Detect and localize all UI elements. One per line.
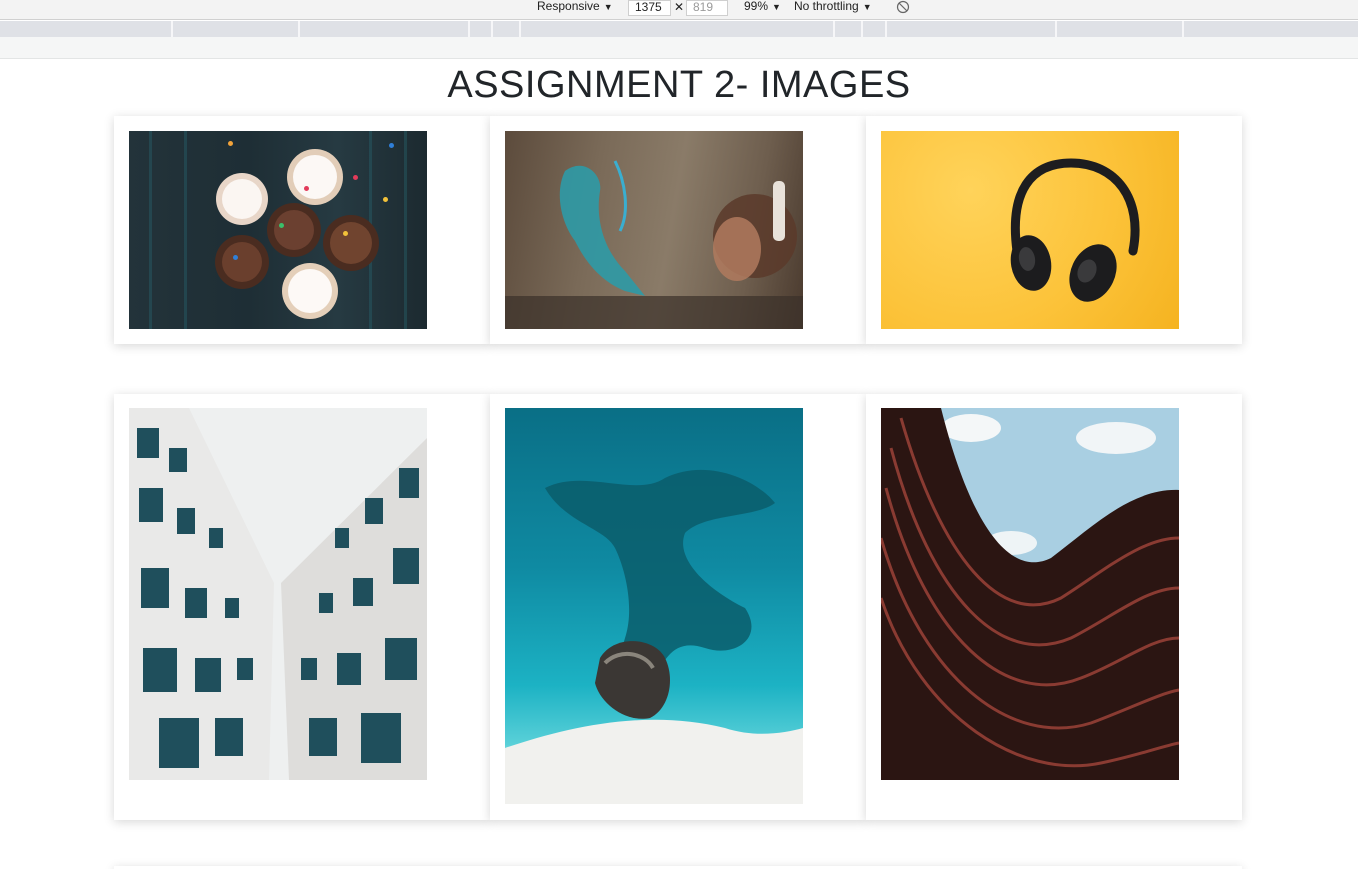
media-query-divider — [1182, 21, 1184, 37]
building-looking-up-image — [129, 408, 427, 780]
media-query-bar[interactable] — [0, 21, 1358, 37]
headphones-image — [881, 131, 1179, 329]
image-card — [490, 116, 866, 344]
graffiti-wall-image — [505, 131, 803, 329]
media-query-divider — [885, 21, 887, 37]
rotate-icon[interactable] — [896, 0, 910, 14]
image-card — [114, 116, 490, 344]
media-query-divider — [491, 21, 493, 37]
curved-building-image — [881, 408, 1179, 780]
media-query-divider — [833, 21, 835, 37]
device-mode-dropdown[interactable]: Responsive ▼ — [537, 0, 613, 20]
page-title: ASSIGNMENT 2- IMAGES — [447, 64, 911, 106]
image-card — [866, 394, 1242, 820]
chevron-down-icon: ▼ — [862, 2, 872, 12]
image-card — [866, 116, 1242, 344]
media-query-divider — [171, 21, 173, 37]
image-card — [490, 394, 866, 820]
chevron-down-icon: ▼ — [603, 2, 613, 12]
image-card — [114, 394, 490, 820]
media-query-divider — [298, 21, 300, 37]
media-query-divider — [861, 21, 863, 37]
media-query-divider — [519, 21, 521, 37]
dimension-separator-icon: ✕ — [674, 0, 685, 14]
width-input[interactable]: 1375 — [628, 0, 671, 16]
device-mode-label: Responsive — [537, 0, 600, 13]
media-query-divider — [1055, 21, 1057, 37]
zoom-label: 99% — [744, 0, 769, 13]
aerial-coast-image — [505, 408, 803, 804]
throttling-dropdown[interactable]: No throttling ▼ — [794, 0, 872, 20]
zoom-dropdown[interactable]: 99% ▼ — [744, 0, 781, 20]
device-toolbar: Responsive ▼ 1375 ✕ 819 99% ▼ No throttl… — [0, 0, 1358, 20]
throttling-label: No throttling — [794, 0, 859, 13]
ruler — [0, 37, 1358, 59]
height-input[interactable]: 819 — [686, 0, 728, 16]
chevron-down-icon: ▼ — [772, 2, 781, 12]
media-query-divider — [468, 21, 470, 37]
cupcakes-image — [129, 131, 427, 329]
